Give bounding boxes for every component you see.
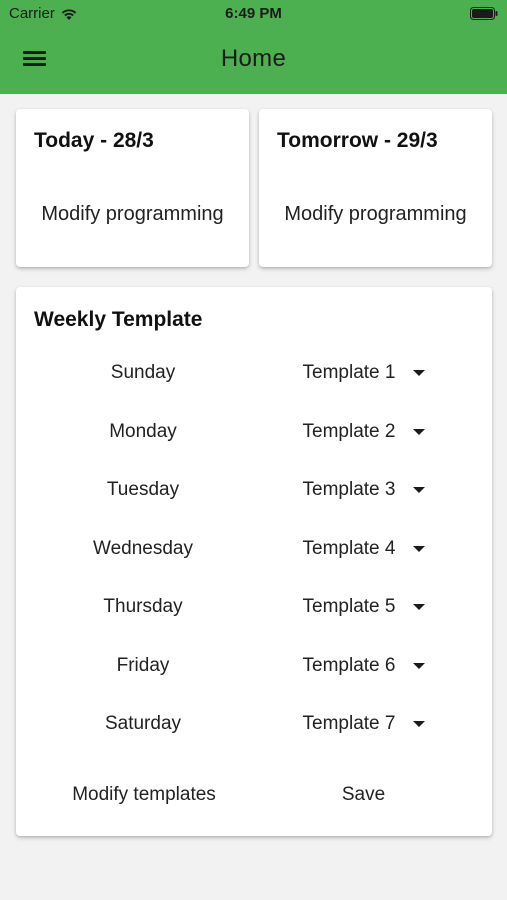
dropdown-arrow-icon <box>413 370 425 376</box>
template-dropdown-value: Template 3 <box>302 479 396 500</box>
page-title: Home <box>220 45 287 72</box>
weekly-template-card: Weekly Template Sunday Template 1 Monday… <box>16 287 492 836</box>
template-dropdown-value: Template 5 <box>302 596 396 617</box>
weekday-label: Wednesday <box>93 538 193 559</box>
weekday-row-saturday: Saturday Template 7 <box>16 704 492 744</box>
dropdown-arrow-icon <box>413 663 425 669</box>
dropdown-arrow-icon <box>413 429 425 435</box>
weekday-label: Monday <box>109 421 177 442</box>
app-bar: Home <box>0 28 507 94</box>
today-modify-programming-button[interactable]: Modify programming <box>16 203 249 226</box>
weekday-label: Friday <box>116 655 170 676</box>
template-dropdown-sunday[interactable]: Template 1 <box>294 353 430 393</box>
dropdown-arrow-icon <box>413 604 425 610</box>
weekday-label: Saturday <box>104 713 182 734</box>
weekday-row-tuesday: Tuesday Template 3 <box>16 470 492 510</box>
today-card: Today - 28/3 Modify programming <box>16 109 249 267</box>
template-dropdown-monday[interactable]: Template 2 <box>294 412 430 452</box>
template-dropdown-value: Template 7 <box>302 713 396 734</box>
weekly-template-title: Weekly Template <box>34 308 203 331</box>
template-dropdown-thursday[interactable]: Template 5 <box>294 587 430 627</box>
template-dropdown-saturday[interactable]: Template 7 <box>294 704 430 744</box>
status-time: 6:49 PM <box>225 5 282 22</box>
template-dropdown-value: Template 1 <box>302 362 396 383</box>
dropdown-arrow-icon <box>413 721 425 727</box>
weekly-template-actions: Modify templates Save <box>16 780 492 810</box>
template-dropdown-value: Template 4 <box>302 538 396 559</box>
template-dropdown-wednesday[interactable]: Template 4 <box>294 529 430 569</box>
weekday-label: Thursday <box>103 596 183 617</box>
weekday-row-sunday: Sunday Template 1 <box>16 353 492 393</box>
tomorrow-modify-programming-button[interactable]: Modify programming <box>259 203 492 226</box>
modify-templates-button[interactable]: Modify templates <box>44 780 244 810</box>
dropdown-arrow-icon <box>413 487 425 493</box>
template-dropdown-value: Template 2 <box>302 421 396 442</box>
template-dropdown-value: Template 6 <box>302 655 396 676</box>
weekday-label: Sunday <box>110 362 176 383</box>
template-dropdown-friday[interactable]: Template 6 <box>294 646 430 686</box>
weekday-row-wednesday: Wednesday Template 4 <box>16 529 492 569</box>
weekday-label: Tuesday <box>106 479 180 500</box>
save-button[interactable]: Save <box>316 780 411 810</box>
weekday-row-monday: Monday Template 2 <box>16 412 492 452</box>
battery-icon <box>470 7 498 24</box>
tomorrow-title: Tomorrow - 29/3 <box>277 129 438 152</box>
template-dropdown-tuesday[interactable]: Template 3 <box>294 470 430 510</box>
status-bar: Carrier 6:49 PM <box>0 0 507 28</box>
today-title: Today - 28/3 <box>34 129 154 152</box>
weekday-row-friday: Friday Template 6 <box>16 646 492 686</box>
tomorrow-card: Tomorrow - 29/3 Modify programming <box>259 109 492 267</box>
weekday-row-thursday: Thursday Template 5 <box>16 587 492 627</box>
dropdown-arrow-icon <box>413 546 425 552</box>
